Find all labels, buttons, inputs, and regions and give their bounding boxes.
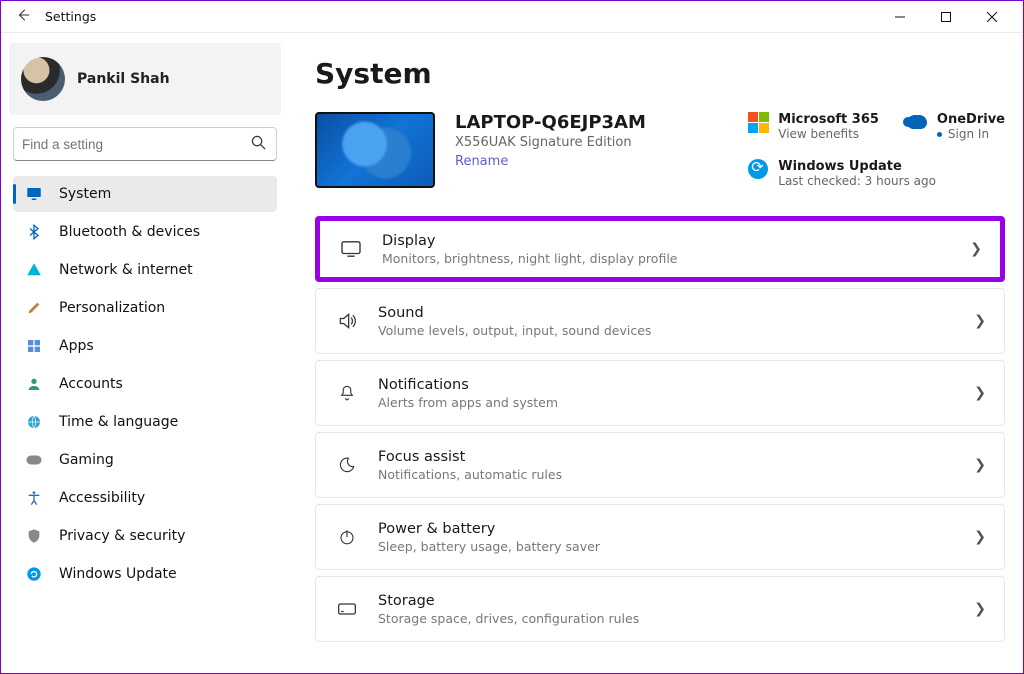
setting-subtitle: Volume levels, output, input, sound devi… — [378, 323, 651, 338]
setting-subtitle: Notifications, automatic rules — [378, 467, 562, 482]
wifi-icon — [23, 259, 45, 281]
display-icon — [338, 236, 364, 262]
shield-icon — [23, 525, 45, 547]
globe-icon — [23, 411, 45, 433]
sidebar-item-label: Network & internet — [59, 262, 193, 278]
setting-sound[interactable]: Sound Volume levels, output, input, sound… — [315, 288, 1005, 354]
ms365-sub: View benefits — [778, 127, 879, 141]
bell-icon — [334, 380, 360, 406]
setting-subtitle: Monitors, brightness, night light, displ… — [382, 251, 677, 266]
person-icon — [23, 373, 45, 395]
gamepad-icon — [23, 449, 45, 471]
apps-icon — [23, 335, 45, 357]
storage-icon — [334, 596, 360, 622]
sidebar-item-system[interactable]: System — [13, 176, 277, 212]
sidebar-item-network-internet[interactable]: Network & internet — [13, 252, 277, 288]
chevron-right-icon: ❯ — [974, 385, 986, 401]
profile-name: Pankil Shah — [77, 71, 170, 87]
setting-storage[interactable]: Storage Storage space, drives, configurat… — [315, 576, 1005, 642]
sidebar-item-label: Windows Update — [59, 566, 177, 582]
setting-notifications[interactable]: Notifications Alerts from apps and system… — [315, 360, 1005, 426]
sidebar-item-label: System — [59, 186, 111, 202]
moon-icon — [334, 452, 360, 478]
chevron-right-icon: ❯ — [974, 601, 986, 617]
sound-icon — [334, 308, 360, 334]
page-title: System — [315, 57, 1005, 90]
avatar — [21, 57, 65, 101]
accessibility-icon — [23, 487, 45, 509]
update-icon — [748, 159, 768, 179]
setting-title: Power & battery — [378, 521, 600, 537]
sidebar-item-apps[interactable]: Apps — [13, 328, 277, 364]
device-name: LAPTOP-Q6EJP3AM — [455, 112, 646, 133]
setting-title: Notifications — [378, 377, 558, 393]
microsoft-logo-icon — [748, 112, 768, 132]
sidebar-item-windows-update[interactable]: Windows Update — [13, 556, 277, 592]
chevron-right-icon: ❯ — [974, 457, 986, 473]
sidebar-item-personalization[interactable]: Personalization — [13, 290, 277, 326]
winupdate-title: Windows Update — [778, 159, 936, 174]
setting-title: Display — [382, 233, 677, 249]
onedrive-card[interactable]: OneDrive Sign In — [907, 112, 1005, 141]
sidebar-item-label: Apps — [59, 338, 94, 354]
device-model: X556UAK Signature Edition — [455, 135, 646, 150]
maximize-button[interactable] — [923, 1, 969, 33]
windows-update-card[interactable]: Windows Update Last checked: 3 hours ago — [748, 159, 936, 188]
onedrive-sub[interactable]: Sign In — [937, 127, 1005, 141]
setting-title: Sound — [378, 305, 651, 321]
winupdate-sub: Last checked: 3 hours ago — [778, 174, 936, 188]
brush-icon — [23, 297, 45, 319]
chevron-right-icon: ❯ — [974, 529, 986, 545]
profile-card[interactable]: Pankil Shah — [9, 43, 281, 115]
chevron-right-icon: ❯ — [970, 241, 982, 257]
sidebar-item-label: Time & language — [59, 414, 178, 430]
setting-power-battery[interactable]: Power & battery Sleep, battery usage, bat… — [315, 504, 1005, 570]
sidebar-item-label: Personalization — [59, 300, 165, 316]
setting-title: Focus assist — [378, 449, 562, 465]
bluetooth-icon — [23, 221, 45, 243]
setting-focus-assist[interactable]: Focus assist Notifications, automatic rul… — [315, 432, 1005, 498]
search-icon — [248, 135, 268, 154]
sidebar-item-privacy-security[interactable]: Privacy & security — [13, 518, 277, 554]
ms365-title: Microsoft 365 — [778, 112, 879, 127]
sidebar-item-gaming[interactable]: Gaming — [13, 442, 277, 478]
sidebar-item-label: Privacy & security — [59, 528, 185, 544]
setting-subtitle: Alerts from apps and system — [378, 395, 558, 410]
close-button[interactable] — [969, 1, 1015, 33]
setting-title: Storage — [378, 593, 639, 609]
power-icon — [334, 524, 360, 550]
sidebar-item-label: Accounts — [59, 376, 123, 392]
cloud-icon — [907, 112, 927, 132]
search-box[interactable] — [13, 127, 277, 161]
chevron-right-icon: ❯ — [974, 313, 986, 329]
sidebar-item-bluetooth-devices[interactable]: Bluetooth & devices — [13, 214, 277, 250]
sidebar-item-accessibility[interactable]: Accessibility — [13, 480, 277, 516]
ms365-card[interactable]: Microsoft 365 View benefits — [748, 112, 879, 141]
rename-link[interactable]: Rename — [455, 154, 646, 169]
sidebar: Pankil Shah System Bluetooth & devices Net… — [1, 33, 289, 673]
sidebar-item-accounts[interactable]: Accounts — [13, 366, 277, 402]
window-title: Settings — [45, 9, 96, 24]
update-icon — [23, 563, 45, 585]
sidebar-item-label: Gaming — [59, 452, 114, 468]
main-content: System LAPTOP-Q6EJP3AM X556UAK Signature… — [289, 33, 1023, 673]
sidebar-item-label: Accessibility — [59, 490, 145, 506]
onedrive-title: OneDrive — [937, 112, 1005, 127]
setting-subtitle: Sleep, battery usage, battery saver — [378, 539, 600, 554]
titlebar: Settings — [1, 1, 1023, 33]
monitor-icon — [23, 183, 45, 205]
sidebar-item-label: Bluetooth & devices — [59, 224, 200, 240]
search-input[interactable] — [22, 137, 248, 152]
device-image — [315, 112, 435, 188]
setting-display[interactable]: Display Monitors, brightness, night light… — [315, 216, 1005, 282]
setting-subtitle: Storage space, drives, configuration rul… — [378, 611, 639, 626]
sidebar-item-time-language[interactable]: Time & language — [13, 404, 277, 440]
back-button[interactable] — [9, 8, 37, 26]
minimize-button[interactable] — [877, 1, 923, 33]
